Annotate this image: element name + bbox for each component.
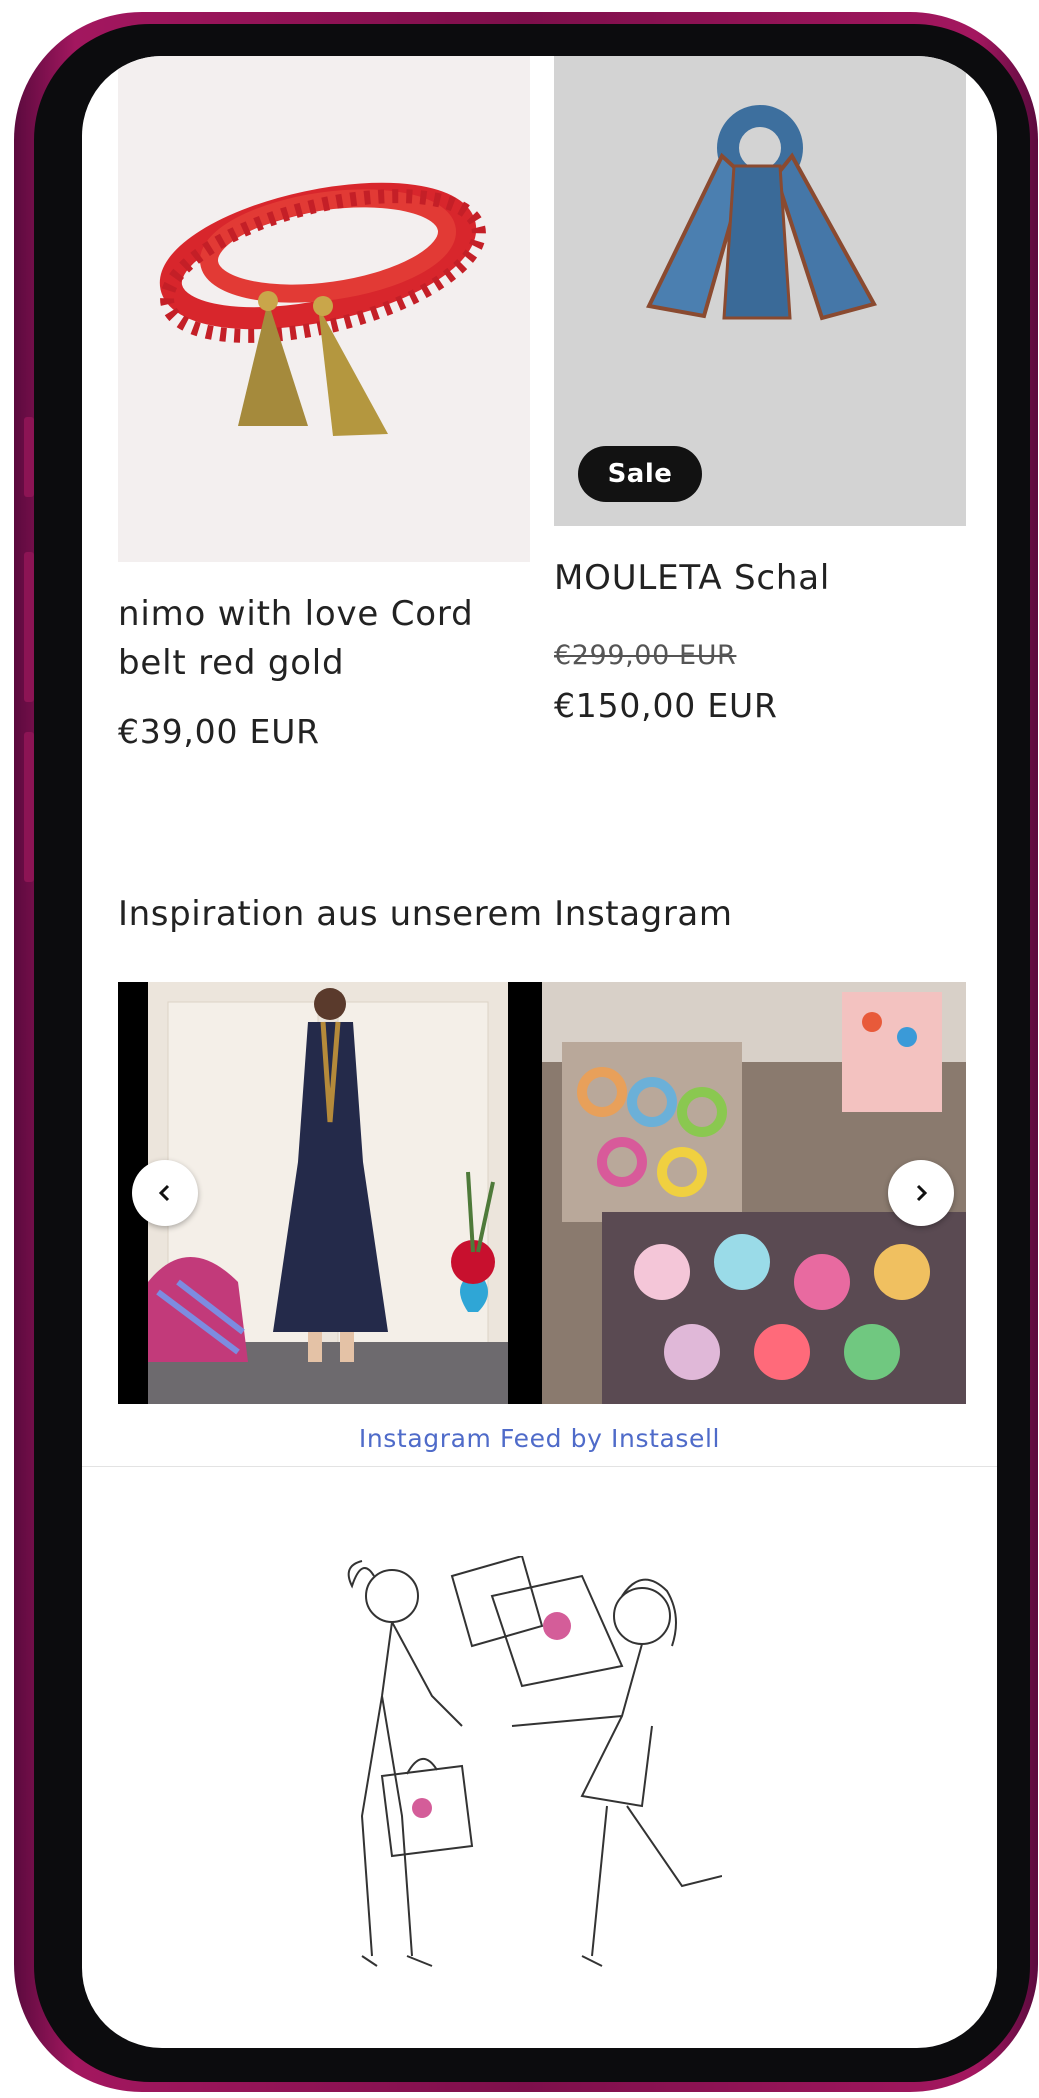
product-title-line1[interactable]: nimo with love Cord — [118, 590, 473, 639]
instagram-heading: Inspiration aus unserem Instagram — [118, 894, 733, 934]
carousel-prev-button[interactable] — [132, 1160, 198, 1226]
chevron-right-icon — [916, 1184, 928, 1202]
two-women-illustration — [347, 1556, 722, 1967]
phone-screen: nimo with love Cord belt red gold €39,00… — [82, 56, 997, 2048]
product-title[interactable]: MOULETA Schal — [554, 554, 830, 603]
instagram-post-dress[interactable] — [148, 982, 508, 1404]
product-title-line2[interactable]: belt red gold — [118, 639, 344, 688]
cord-belt-image — [159, 182, 486, 436]
product-image-cord-belt[interactable] — [118, 56, 530, 562]
product-old-price: €299,00 EUR — [554, 640, 737, 671]
product-sale-price: €150,00 EUR — [554, 686, 778, 725]
phone-side-button — [24, 417, 34, 497]
product-image-mouleta-scarf[interactable]: Sale — [554, 56, 966, 526]
section-divider — [82, 1466, 997, 1467]
phone-volume-up — [24, 552, 34, 702]
product-price: €39,00 EUR — [118, 712, 320, 751]
chevron-left-icon — [158, 1184, 170, 1202]
sale-badge: Sale — [578, 446, 702, 502]
dress-photo — [148, 982, 508, 1404]
phone-volume-down — [24, 732, 34, 882]
carousel-next-button[interactable] — [888, 1160, 954, 1226]
instagram-feed-carousel[interactable] — [118, 982, 966, 1404]
instagram-feed-credit-link[interactable]: Instagram Feed by Instasell — [82, 1424, 997, 1453]
